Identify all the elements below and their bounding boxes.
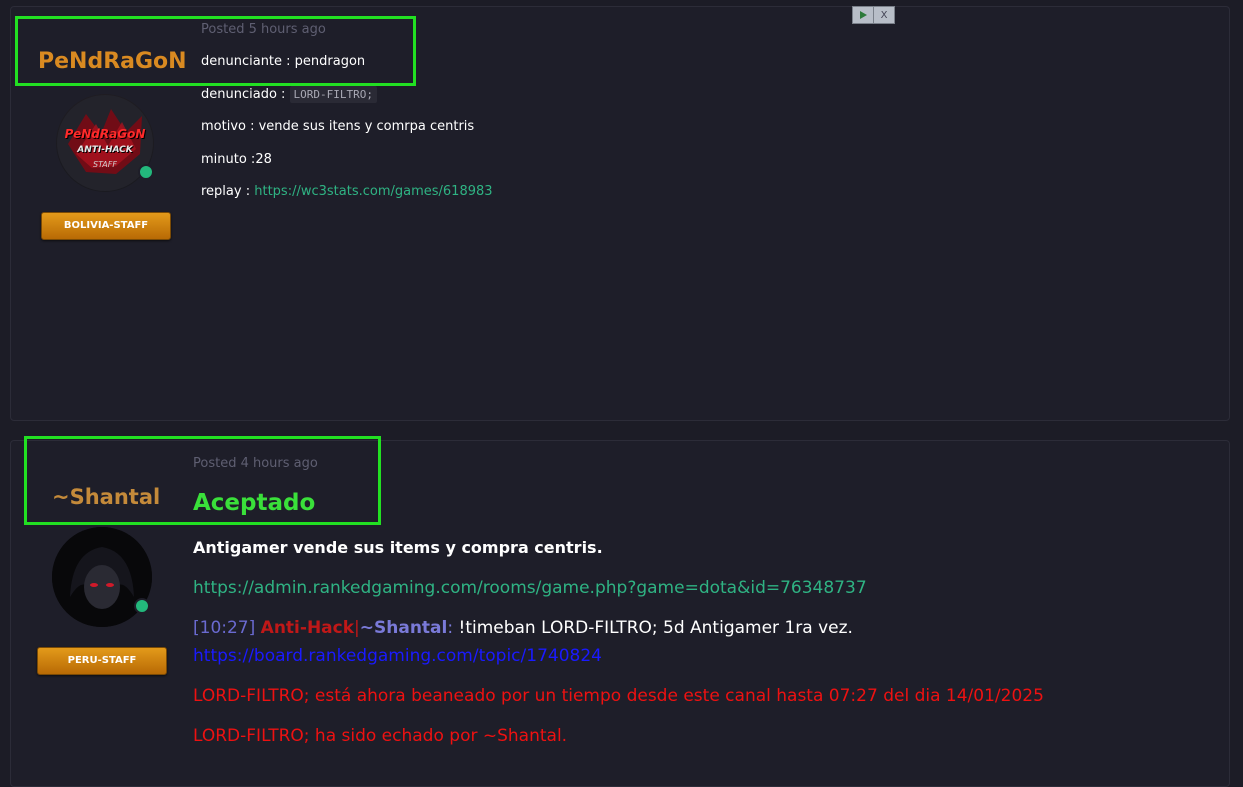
play-icon[interactable]	[853, 7, 873, 23]
post-author-username[interactable]: PeNdRaGoN	[38, 49, 187, 74]
chat-time: [10:27]	[193, 618, 256, 638]
ban-message: LORD-FILTRO; está ahora beaneado por un …	[193, 686, 1044, 706]
denunciante-line: denunciante : pendragon	[201, 54, 366, 69]
denunciado-line: denunciado : LORD-FILTRO;	[201, 86, 378, 103]
motivo-line: motivo : vende sus itens y comrpa centri…	[201, 119, 475, 134]
post-timestamp: Posted 5 hours ago	[201, 22, 326, 37]
avatar[interactable]	[52, 527, 152, 627]
post-timestamp: Posted 4 hours ago	[193, 456, 318, 471]
chat-command: !timeban LORD-FILTRO; 5d Antigamer 1ra v…	[453, 618, 853, 638]
rank-badge: BOLIVIA-STAFF	[41, 212, 171, 240]
replay-line: replay : https://wc3stats.com/games/6189…	[201, 184, 493, 199]
avatar-text-top: PeNdRaGoN	[64, 127, 146, 141]
avatar-text-bot: STAFF	[93, 160, 117, 169]
game-link[interactable]: https://admin.rankedgaming.com/rooms/gam…	[193, 578, 867, 598]
denunciado-label: denunciado :	[201, 87, 290, 102]
avatar-text-mid: ANTI-HACK	[77, 145, 133, 155]
denunciado-value: LORD-FILTRO;	[289, 86, 378, 103]
ad-choices-widget: X	[852, 6, 895, 24]
replay-label: replay :	[201, 184, 255, 199]
chat-user: ~Shantal	[359, 618, 448, 638]
minuto-line: minuto :28	[201, 152, 272, 167]
post-author-username[interactable]: ~Shantal	[52, 485, 160, 509]
chat-log-line: [10:27] Anti-Hack|~Shantal: !timeban LOR…	[193, 618, 853, 638]
online-status-dot	[134, 598, 150, 614]
kick-message: LORD-FILTRO; ha sido echado por ~Shantal…	[193, 726, 568, 746]
chat-tag: Anti-Hack	[260, 618, 355, 638]
replay-link[interactable]: https://wc3stats.com/games/618983	[254, 184, 492, 199]
summary-text: Antigamer vende sus items y compra centr…	[193, 538, 603, 557]
close-icon[interactable]: X	[873, 7, 894, 23]
online-status-dot	[138, 164, 154, 180]
avatar[interactable]: PeNdRaGoN ANTI-HACK STAFF	[56, 94, 154, 192]
rank-badge: PERU-STAFF	[37, 647, 167, 675]
board-link[interactable]: https://board.rankedgaming.com/topic/174…	[193, 646, 602, 666]
status-accepted: Aceptado	[193, 490, 316, 516]
